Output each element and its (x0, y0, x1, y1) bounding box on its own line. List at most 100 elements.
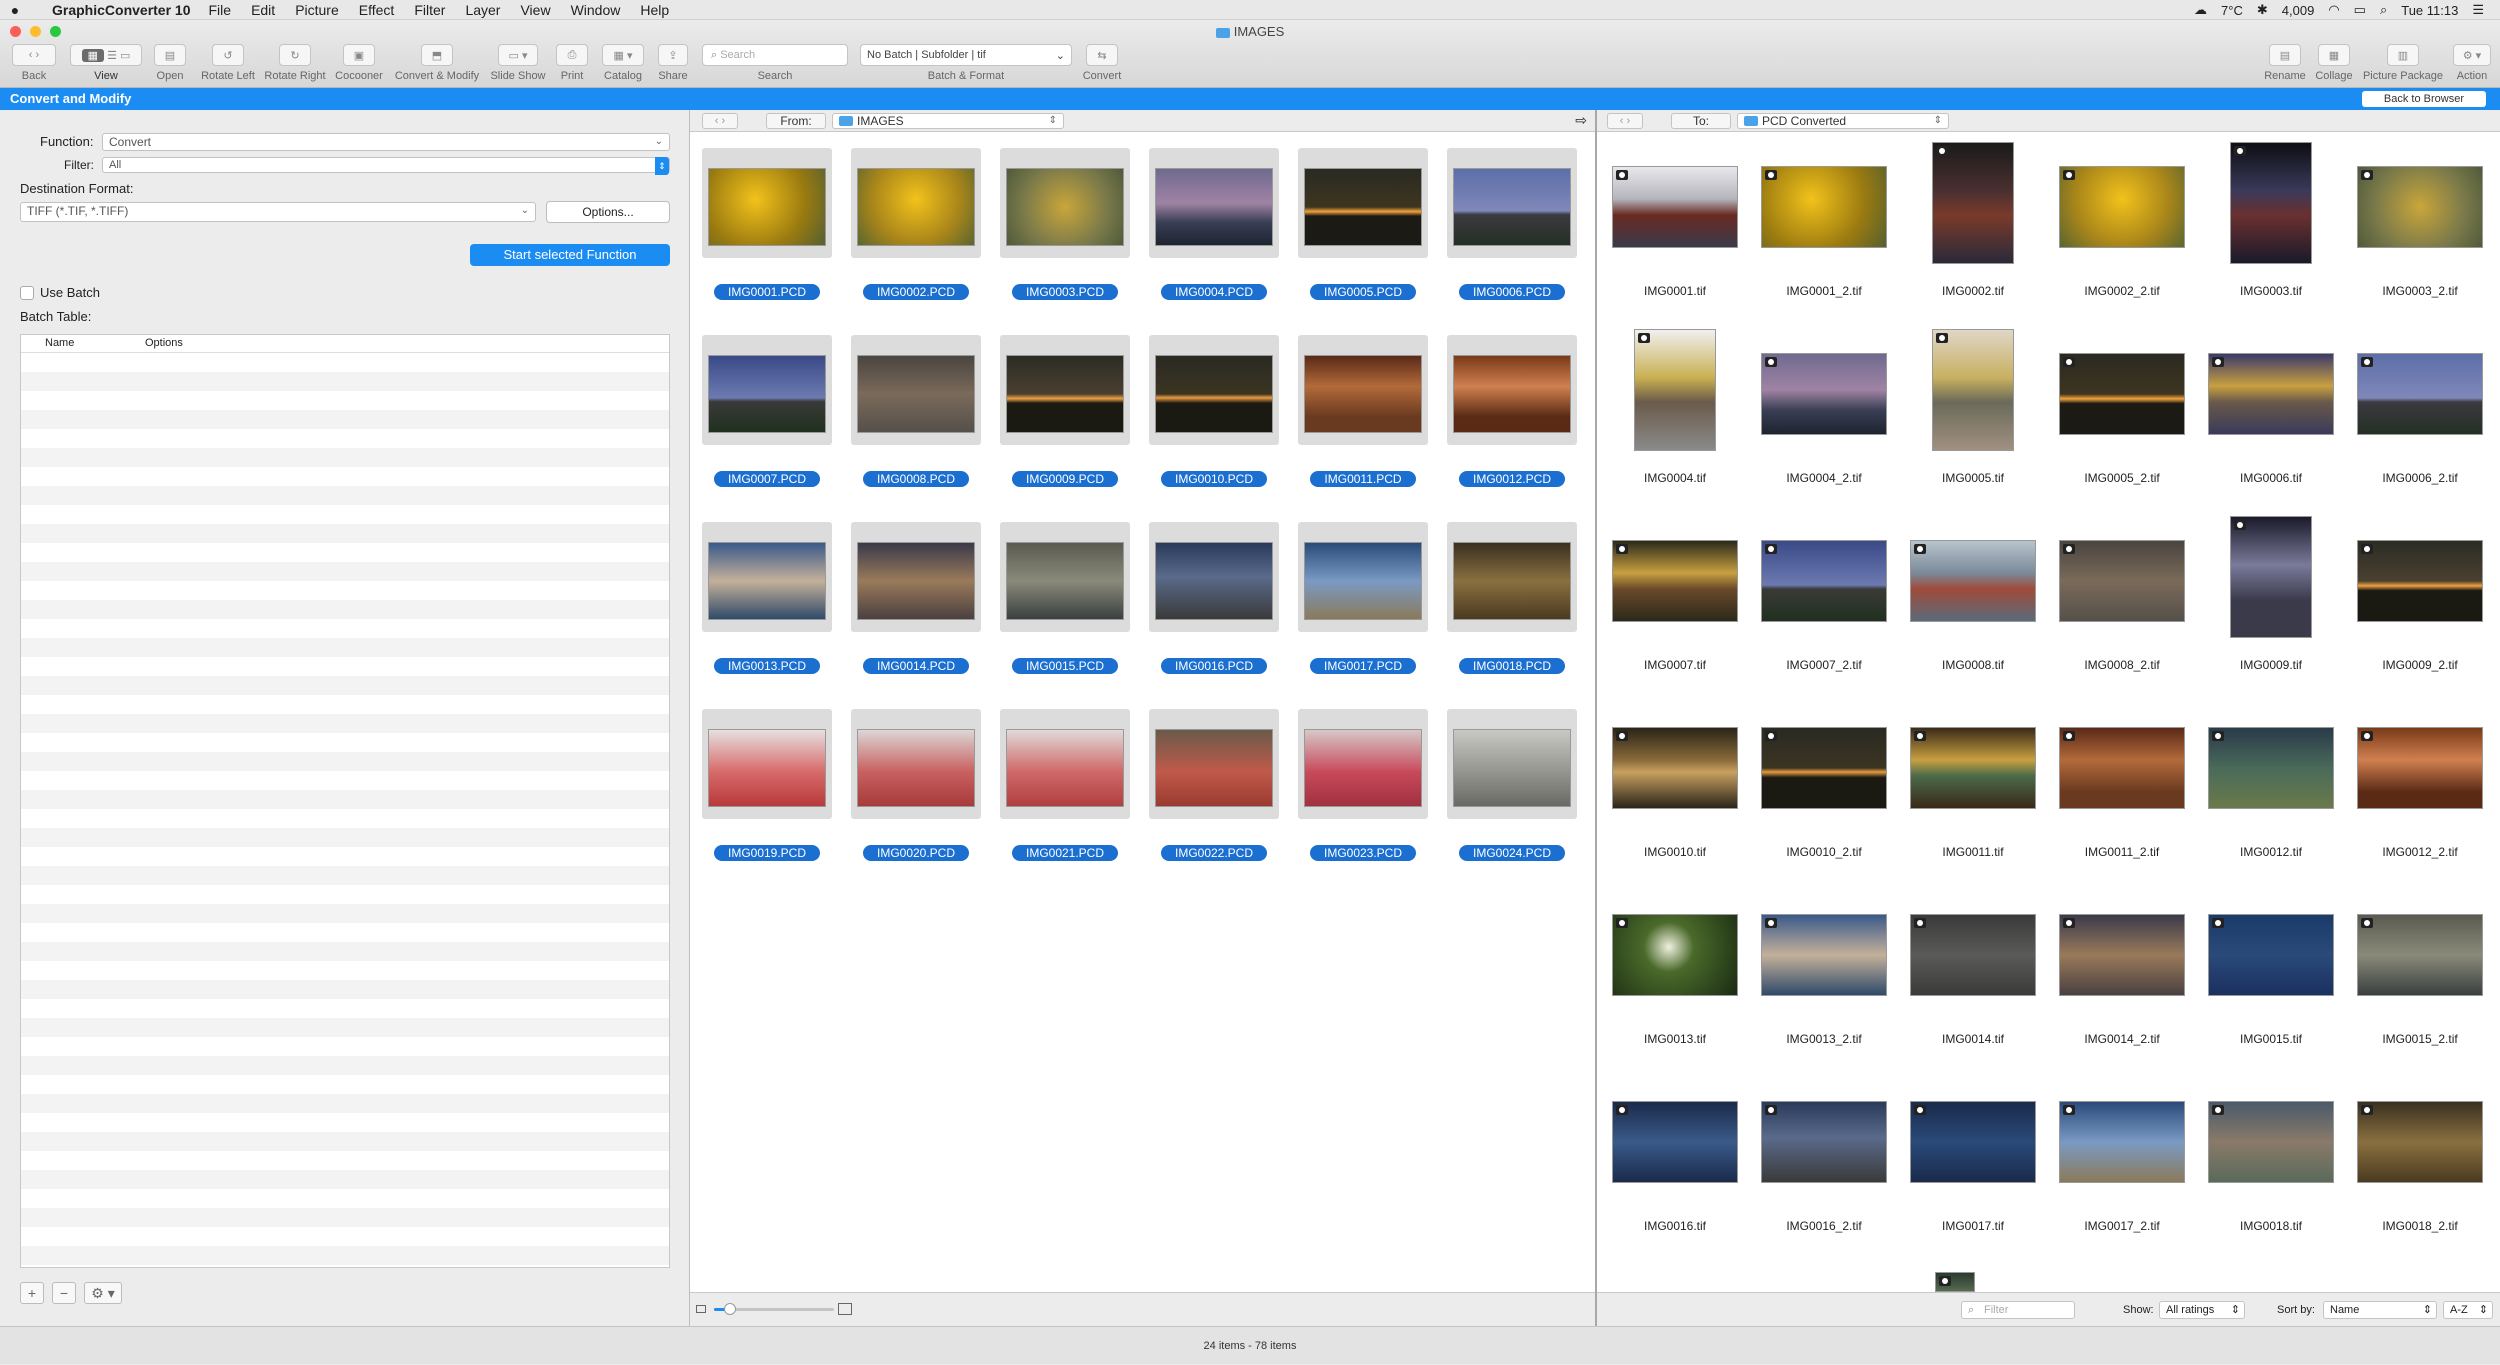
thumbnail[interactable] (1453, 542, 1571, 620)
thumbnail[interactable] (1910, 727, 2036, 809)
source-file-item[interactable] (1149, 335, 1279, 445)
file-name-label[interactable]: IMG0016_2.tif (1754, 1219, 1894, 1233)
source-file-item[interactable] (851, 148, 981, 258)
file-name-label[interactable]: IMG0011.PCD (1310, 471, 1416, 487)
file-name-label[interactable]: IMG0012_2.tif (2350, 845, 2490, 859)
source-file-item[interactable] (1000, 522, 1130, 632)
view-mode-icon[interactable]: ▦ ☰ ▭ (70, 44, 142, 66)
thumbnail[interactable] (1761, 727, 1887, 809)
thumbnail[interactable] (708, 168, 826, 246)
menu-picture[interactable]: Picture (295, 2, 339, 18)
menu-effect[interactable]: Effect (359, 2, 395, 18)
source-file-item[interactable] (1000, 335, 1130, 445)
convert-tool[interactable]: ⇆ Convert (1082, 44, 1122, 82)
thumbnail[interactable] (1304, 168, 1422, 246)
file-name-label[interactable]: IMG0014.PCD (863, 658, 969, 674)
thumbnail[interactable] (1612, 1101, 1738, 1183)
file-name-label[interactable]: IMG0009_2.tif (2350, 658, 2490, 672)
app-name-menu[interactable]: GraphicConverter 10 (52, 2, 191, 18)
sort-by-select[interactable]: Name ⇕ (2323, 1301, 2437, 1319)
share-tool[interactable]: ⇪ Share (654, 44, 692, 82)
file-name-label[interactable]: IMG0002_2.tif (2052, 284, 2192, 298)
thumbnail[interactable] (1155, 729, 1273, 807)
print-tool[interactable]: ⎙ Print (554, 44, 590, 82)
thumbnail[interactable] (2230, 142, 2312, 264)
file-name-label[interactable]: IMG0001_2.tif (1754, 284, 1894, 298)
source-file-item[interactable] (1149, 709, 1279, 819)
thumbnail[interactable] (2357, 540, 2483, 622)
view-tool[interactable]: ▦ ☰ ▭ View (66, 44, 146, 82)
file-name-label[interactable]: IMG0011_2.tif (2052, 845, 2192, 859)
cocooner-tool[interactable]: ▣ Cocooner (332, 44, 386, 82)
transfer-arrow-icon[interactable]: ⇨ (1575, 112, 1587, 129)
file-name-label[interactable]: IMG0015.PCD (1012, 658, 1118, 674)
file-name-label[interactable]: IMG0015.tif (2201, 1032, 2341, 1046)
thumbnail[interactable] (2208, 1101, 2334, 1183)
source-back-forward-icon[interactable]: ‹ › (702, 113, 738, 129)
file-name-label[interactable]: IMG0012.PCD (1459, 471, 1565, 487)
thumbnail[interactable] (2059, 166, 2185, 248)
back-to-browser-button[interactable]: Back to Browser (2361, 91, 2486, 107)
rotate-right-icon[interactable]: ↻ (279, 44, 311, 66)
use-batch-checkbox[interactable] (20, 286, 34, 300)
catalog-icon[interactable]: ▦ ▾ (602, 44, 644, 66)
menu-help[interactable]: Help (640, 2, 669, 18)
file-name-label[interactable]: IMG0005_2.tif (2052, 471, 2192, 485)
battery-icon[interactable]: ▭ (2354, 2, 2366, 18)
file-name-label[interactable]: IMG0009.tif (2201, 658, 2341, 672)
slide-show-icon[interactable]: ▭ ▾ (498, 44, 538, 66)
source-file-item[interactable] (1000, 709, 1130, 819)
file-name-label[interactable]: IMG0010.PCD (1161, 471, 1267, 487)
file-name-label[interactable]: IMG0014.tif (1903, 1032, 2043, 1046)
source-file-item[interactable] (1149, 148, 1279, 258)
thumbnail[interactable] (2357, 1101, 2483, 1183)
thumbnail[interactable] (2059, 353, 2185, 435)
source-file-item[interactable] (1447, 148, 1577, 258)
file-name-label[interactable]: IMG0006.tif (2201, 471, 2341, 485)
source-file-item[interactable] (1447, 522, 1577, 632)
thumbnail[interactable] (857, 168, 975, 246)
thumbnail[interactable] (2230, 516, 2312, 638)
collage-tool[interactable]: ▦ Collage (2312, 44, 2356, 82)
source-file-item[interactable] (1149, 522, 1279, 632)
file-name-label[interactable]: IMG0004.PCD (1161, 284, 1267, 300)
filter-input[interactable]: ⌕ Filter (1961, 1301, 2075, 1319)
destination-format-select[interactable]: TIFF (*.TIF, *.TIFF) ⌄ (20, 202, 536, 222)
file-name-label[interactable]: IMG0013.tif (1605, 1032, 1745, 1046)
batch-gear-icon[interactable]: ⚙ ▾ (84, 1282, 122, 1304)
thumbnail[interactable] (857, 729, 975, 807)
apple-menu-icon[interactable]: ● (0, 2, 30, 18)
open-icon[interactable]: ▤ (154, 44, 186, 66)
wifi-icon[interactable]: ◠ (2328, 2, 2339, 18)
rename-icon[interactable]: ▤ (2269, 44, 2301, 66)
notification-icon[interactable]: ☰ (2472, 2, 2484, 18)
file-name-label[interactable]: IMG0018.PCD (1459, 658, 1565, 674)
file-name-label[interactable]: IMG0007_2.tif (1754, 658, 1894, 672)
file-name-label[interactable]: IMG0020.PCD (863, 845, 969, 861)
weather-temperature[interactable]: 7°C (2221, 3, 2243, 18)
file-name-label[interactable]: IMG0008.tif (1903, 658, 2043, 672)
file-name-label[interactable]: IMG0011.tif (1903, 845, 2043, 859)
file-name-label[interactable]: IMG0005.tif (1903, 471, 2043, 485)
file-name-label[interactable]: IMG0005.PCD (1310, 284, 1416, 300)
file-name-label[interactable]: IMG0001.PCD (714, 284, 820, 300)
thumbnail[interactable] (2059, 727, 2185, 809)
file-name-label[interactable]: IMG0006_2.tif (2350, 471, 2490, 485)
thumbnail-size-slider[interactable] (714, 1303, 834, 1315)
thumbnail[interactable] (1932, 142, 2014, 264)
show-ratings-select[interactable]: All ratings ⇕ (2159, 1301, 2245, 1319)
thumbnail[interactable] (2357, 914, 2483, 996)
file-name-label[interactable]: IMG0017.PCD (1310, 658, 1416, 674)
stock-value[interactable]: 4,009 (2282, 3, 2315, 18)
thumbnail[interactable] (857, 355, 975, 433)
file-name-label[interactable]: IMG0006.PCD (1459, 284, 1565, 300)
thumbnail[interactable] (1006, 542, 1124, 620)
source-file-item[interactable] (702, 522, 832, 632)
source-file-item[interactable] (702, 335, 832, 445)
menu-view[interactable]: View (520, 2, 550, 18)
thumbnail[interactable] (1761, 540, 1887, 622)
picture-package-icon[interactable]: ▥ (2387, 44, 2419, 66)
back-tool[interactable]: ‹ › Back (8, 44, 60, 82)
file-name-label[interactable]: IMG0008_2.tif (2052, 658, 2192, 672)
source-file-item[interactable] (1298, 522, 1428, 632)
